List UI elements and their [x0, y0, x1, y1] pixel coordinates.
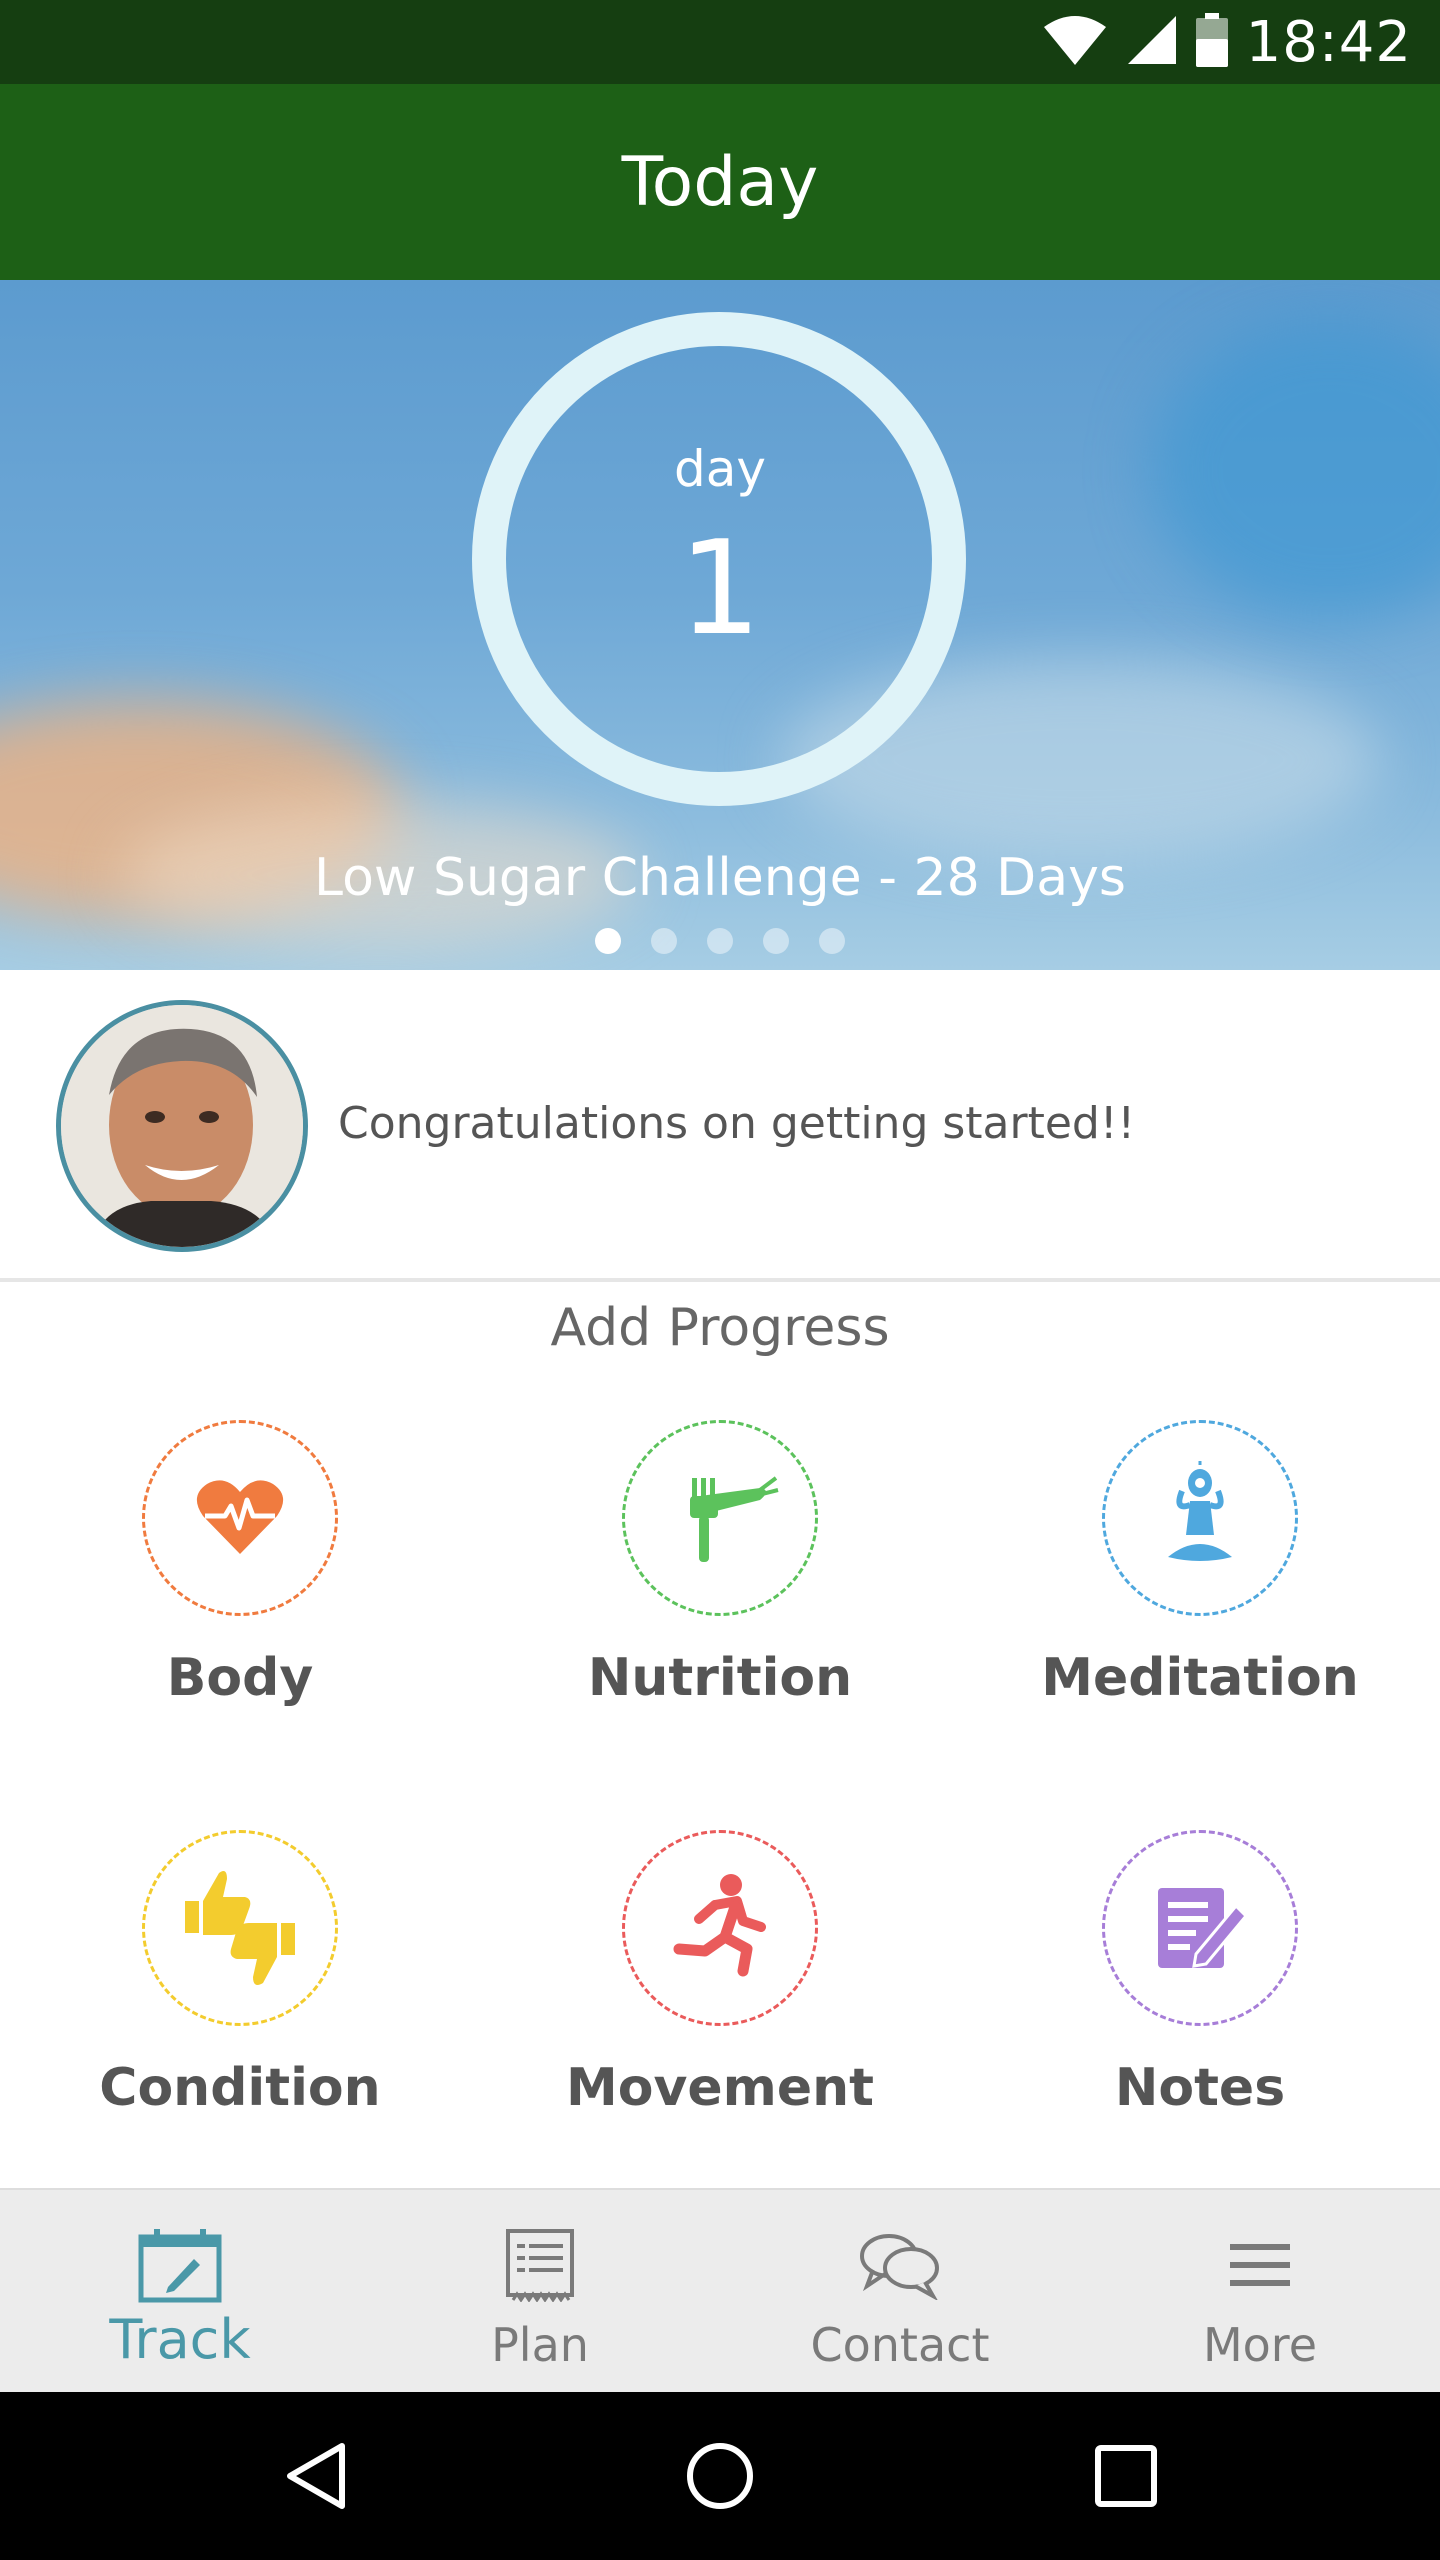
pager-dot[interactable] — [595, 928, 621, 954]
pager-dot[interactable] — [651, 928, 677, 954]
meditation-icon — [1160, 1460, 1240, 1576]
home-icon[interactable] — [680, 2436, 760, 2516]
movement-button[interactable] — [622, 1830, 818, 2026]
nutrition-button[interactable] — [622, 1420, 818, 1616]
wifi-icon — [1042, 13, 1108, 72]
day-number: 1 — [678, 512, 762, 664]
condition-button[interactable] — [142, 1830, 338, 2026]
progress-tile-movement[interactable]: Movement — [480, 1830, 960, 2230]
challenge-title: Low Sugar Challenge - 28 Days — [314, 848, 1126, 908]
page-title: Today — [621, 142, 819, 222]
chat-bubbles-icon — [850, 2220, 950, 2310]
recents-icon[interactable] — [1086, 2436, 1166, 2516]
coach-message-row[interactable]: Congratulations on getting started!! — [0, 970, 1440, 1282]
list-icon — [490, 2220, 590, 2310]
nav-more[interactable]: More — [1080, 2190, 1440, 2394]
progress-tile-nutrition[interactable]: Nutrition — [480, 1420, 960, 1820]
bottom-navigation: Track Plan Contact More — [0, 2188, 1440, 2392]
app-bar: Today — [0, 84, 1440, 280]
progress-tile-notes[interactable]: Notes — [960, 1830, 1440, 2230]
tile-label: Nutrition — [587, 1648, 853, 1708]
progress-tile-condition[interactable]: Condition — [0, 1830, 480, 2230]
nav-label: Track — [109, 2308, 251, 2371]
tile-label: Movement — [566, 2058, 874, 2118]
battery-icon — [1195, 12, 1228, 72]
notes-button[interactable] — [1102, 1830, 1298, 2026]
coach-message: Congratulations on getting started!! — [338, 1098, 1136, 1149]
day-label: day — [674, 440, 766, 498]
thumbs-up-down-icon — [175, 1861, 305, 1996]
calendar-edit-icon — [130, 2220, 230, 2310]
nav-track[interactable]: Track — [0, 2190, 360, 2394]
signal-icon — [1126, 14, 1178, 71]
carrot-fork-icon — [660, 1466, 780, 1571]
status-time: 18:42 — [1245, 9, 1412, 75]
nav-label: More — [1202, 2318, 1318, 2372]
heart-rate-icon — [195, 1476, 285, 1561]
challenge-banner[interactable]: day 1 Low Sugar Challenge - 28 Days — [0, 280, 1440, 970]
tile-label: Body — [166, 1648, 314, 1708]
pager-dot[interactable] — [707, 928, 733, 954]
status-bar: 18:42 — [0, 0, 1440, 84]
tile-label: Meditation — [1041, 1648, 1359, 1708]
pager-dot[interactable] — [819, 928, 845, 954]
tile-label: Condition — [99, 2058, 381, 2118]
pager-dot[interactable] — [763, 928, 789, 954]
menu-icon — [1210, 2220, 1310, 2310]
coach-avatar — [56, 1000, 308, 1252]
running-icon — [665, 1871, 775, 1986]
progress-tile-meditation[interactable]: Meditation — [960, 1420, 1440, 1820]
nav-plan[interactable]: Plan — [360, 2190, 720, 2394]
back-icon[interactable] — [276, 2436, 356, 2516]
notes-icon — [1150, 1876, 1250, 1981]
system-navigation-bar — [0, 2392, 1440, 2560]
nav-contact[interactable]: Contact — [720, 2190, 1080, 2394]
meditation-button[interactable] — [1102, 1420, 1298, 1616]
tile-label: Notes — [1114, 2058, 1286, 2118]
nav-label: Plan — [491, 2318, 589, 2372]
status-icons: 18:42 — [1042, 0, 1412, 84]
progress-tile-body[interactable]: Body — [0, 1420, 480, 1820]
add-progress-title: Add Progress — [550, 1298, 890, 1358]
body-button[interactable] — [142, 1420, 338, 1616]
banner-pager — [0, 928, 1440, 954]
nav-label: Contact — [810, 2318, 990, 2372]
